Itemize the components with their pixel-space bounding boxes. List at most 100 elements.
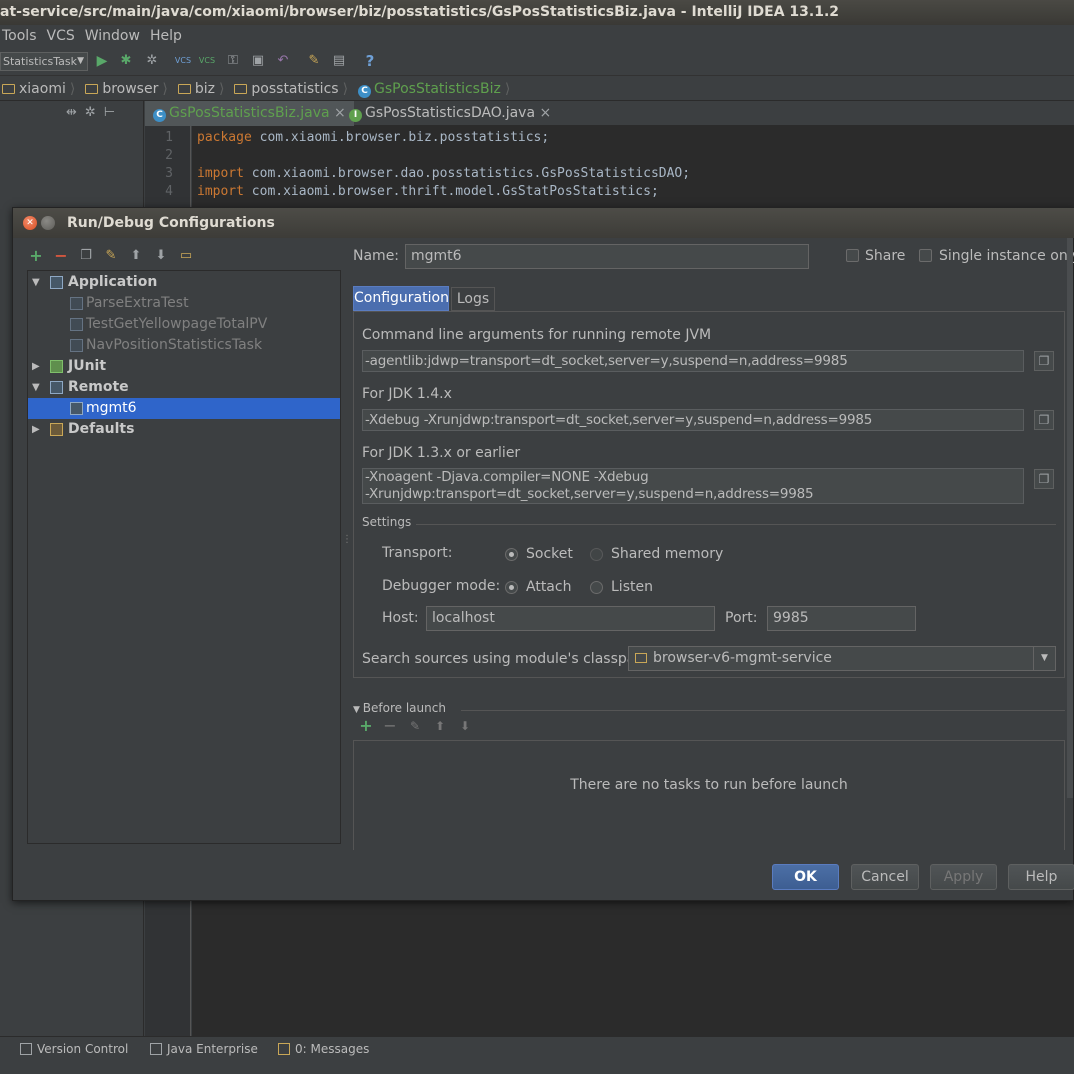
move-up-icon[interactable]: ⬆ [431,716,449,736]
module-classpath-select[interactable]: browser-v6-mgmt-service ▼ [628,646,1056,671]
name-input[interactable]: mgmt6 [405,244,809,269]
breadcrumb-xiaomi[interactable]: xiaomi ⟩ [0,77,83,101]
remove-task-icon[interactable]: − [381,716,399,736]
expanded-arrow-icon[interactable]: ▼ [32,272,42,293]
tree-node-mgmt6[interactable]: mgmt6 [28,398,340,419]
cmdline-args-field[interactable]: -agentlib:jdwp=transport=dt_socket,serve… [362,350,1024,372]
coverage-icon[interactable]: ✲ [143,52,161,70]
jdk13-args-field[interactable]: -Xnoagent -Djava.compiler=NONE -Xdebug -… [362,468,1024,504]
mode-attach-radio[interactable] [505,581,518,594]
splitter-handle[interactable]: ⋮ [342,535,352,552]
cancel-button[interactable]: Cancel [851,864,919,890]
transport-shared-memory-radio[interactable] [590,548,603,561]
tab-logs[interactable]: Logs [451,287,495,311]
debug-icon[interactable]: ✱ [117,52,135,70]
main-toolbar: StatisticsTask ▼ ▶ ✱ ✲ VCS VCS ⚿ ▣ ↶ ✎ ▤ … [0,48,1074,76]
tree-node-application[interactable]: ▼ Application [28,272,340,293]
tree-node-testgetyellowpagetotalpv[interactable]: TestGetYellowpageTotalPV [28,314,340,335]
port-label: Port: [725,610,758,626]
keyword: package [197,130,252,145]
port-input[interactable]: 9985 [767,606,916,631]
copy-icon[interactable]: ❐ [1034,469,1054,489]
breadcrumb-label: xiaomi [19,81,66,97]
share-checkbox[interactable] [846,249,859,262]
transport-socket-radio[interactable] [505,548,518,561]
edit-task-icon[interactable]: ✎ [406,716,424,736]
expanded-arrow-icon[interactable]: ▼ [32,377,42,398]
tree-node-remote[interactable]: ▼ Remote [28,377,340,398]
copy-icon[interactable]: ❐ [1034,351,1054,371]
shared-memory-label: Shared memory [611,546,724,562]
history-icon[interactable]: ▣ [249,52,267,70]
run-configuration-select[interactable]: StatisticsTask ▼ [0,52,88,71]
breadcrumb-posstatistics[interactable]: posstatistics ⟩ [232,77,356,101]
tab-gsposstatisticsbiz[interactable]: C GsPosStatisticsBiz.java × [145,101,354,126]
jdk14-args-field[interactable]: -Xdebug -Xrunjdwp:transport=dt_socket,se… [362,409,1024,431]
remove-icon[interactable]: − [52,246,70,266]
add-task-icon[interactable]: + [357,716,375,736]
move-down-icon[interactable]: ⬇ [456,716,474,736]
messages-tool[interactable]: 0: Messages [278,1042,369,1056]
junit-icon [50,360,63,373]
line-number: 3 [165,166,173,181]
close-icon[interactable]: × [540,105,552,121]
run-icon[interactable]: ▶ [93,52,111,70]
scrollbar[interactable] [1067,238,1073,798]
tree-node-navpositionstatisticstask[interactable]: NavPositionStatisticsTask [28,335,340,356]
breadcrumb-browser[interactable]: browser ⟩ [83,77,175,101]
vcs-update-icon[interactable]: VCS [174,52,192,70]
tree-node-defaults[interactable]: ▶ Defaults [28,419,340,440]
tree-node-junit[interactable]: ▶ JUnit [28,356,340,377]
close-icon[interactable]: ✕ [23,216,37,230]
ok-button[interactable]: OK [772,864,839,890]
line-number: 4 [165,184,173,199]
interface-icon: I [349,109,362,122]
vcs-commit-icon[interactable]: VCS [198,52,216,70]
minimize-icon[interactable] [41,216,55,230]
project-structure-icon[interactable]: ▤ [330,52,348,70]
divider [416,524,1056,525]
settings-icon[interactable]: ✎ [305,52,323,70]
java-enterprise-icon [150,1043,162,1055]
copy-icon[interactable]: ❐ [1034,410,1054,430]
move-up-icon[interactable]: ⬆ [127,246,145,266]
collapsed-arrow-icon[interactable]: ▶ [32,356,42,377]
before-launch-toggle[interactable]: ▼ Before launch [353,701,446,715]
tab-gsposstatisticsdao[interactable]: I GsPosStatisticsDAO.java × [341,101,559,126]
revert-icon[interactable]: ↶ [274,52,292,70]
code-text: com.xiaomi.browser.dao.posstatistics.GsP… [243,166,691,181]
debugger-mode-label: Debugger mode: [382,578,501,594]
folder-icon[interactable]: ▭ [177,246,195,266]
java-enterprise-tool[interactable]: Java Enterprise [150,1042,258,1056]
menu-help[interactable]: Help [145,25,187,47]
chevron-down-icon[interactable]: ▼ [1033,647,1055,670]
host-input[interactable]: localhost [426,606,715,631]
name-label: Name: [353,248,400,264]
add-icon[interactable]: + [27,246,45,266]
tree-node-parseextratest[interactable]: ParseExtraTest [28,293,340,314]
code-line: import com.xiaomi.browser.thrift.model.G… [197,184,659,199]
apply-button[interactable]: Apply [930,864,997,890]
module-icon [635,653,647,663]
help-button[interactable]: Help [1008,864,1074,890]
version-control-tool[interactable]: Version Control [20,1042,128,1056]
breadcrumb-biz[interactable]: biz ⟩ [176,77,233,101]
tab-configuration[interactable]: Configuration [353,286,449,311]
menu-bar: Tools VCS Window Help [0,25,1074,47]
move-down-icon[interactable]: ⬇ [152,246,170,266]
menu-window[interactable]: Window [80,25,145,47]
menu-vcs[interactable]: VCS [42,25,80,47]
vcs-compare-icon[interactable]: ⚿ [224,52,242,70]
collapsed-arrow-icon[interactable]: ▶ [32,419,42,440]
help-icon[interactable]: ? [361,52,379,70]
project-panel-toolbar-icons[interactable]: ⇹✲⊢ [66,105,123,120]
edit-defaults-icon[interactable]: ✎ [102,246,120,266]
window-title-bar: at-service/src/main/java/com/xiaomi/brow… [0,0,1074,25]
host-label: Host: [382,610,419,626]
remote-icon [70,402,83,415]
breadcrumb-class[interactable]: C GsPosStatisticsBiz ⟩ [356,77,518,101]
copy-icon[interactable]: ❐ [77,246,95,266]
mode-listen-radio[interactable] [590,581,603,594]
single-instance-checkbox[interactable] [919,249,932,262]
menu-tools[interactable]: Tools [0,25,42,47]
